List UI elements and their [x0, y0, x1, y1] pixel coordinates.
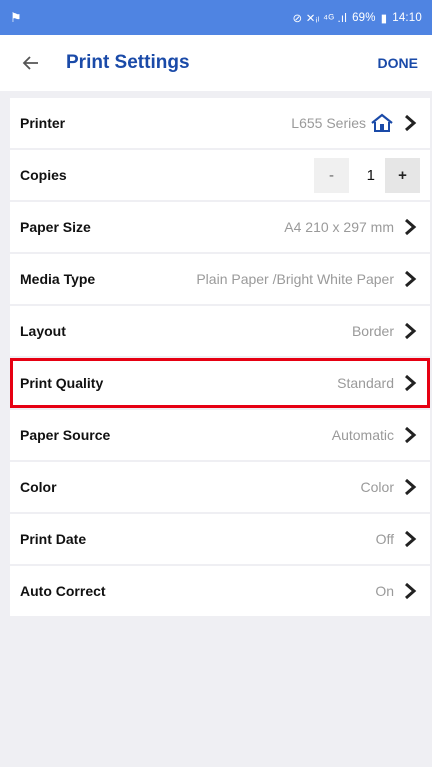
setting-row-copies: Copies - 1 +	[10, 150, 430, 200]
setting-row-printer[interactable]: Printer L655 Series	[10, 98, 430, 148]
chevron-right-icon	[400, 269, 420, 289]
setting-value: Automatic	[331, 427, 394, 443]
chevron-right-icon	[400, 321, 420, 341]
copies-value: 1	[366, 166, 375, 184]
setting-value: L655 Series	[291, 115, 366, 131]
setting-label: Copies	[20, 167, 67, 183]
setting-label: Paper Source	[20, 427, 111, 443]
signal-icons: ⊘ ✕ᵢₗ ⁴ᴳ .ıl	[292, 12, 348, 25]
battery-icon: ▮	[380, 12, 388, 25]
setting-row-media-type[interactable]: Media Type Plain Paper /Bright White Pap…	[10, 254, 430, 304]
setting-label: Printer	[20, 115, 66, 131]
settings-list: Printer L655 Series Copies - 1 + Paper S…	[10, 98, 430, 618]
setting-row-auto-correct[interactable]: Auto Correct On	[10, 566, 430, 616]
chevron-right-icon	[400, 373, 420, 393]
setting-value: Off	[375, 531, 394, 547]
chevron-right-icon	[400, 113, 420, 133]
setting-value: Standard	[337, 375, 394, 391]
setting-row-print-quality[interactable]: Print Quality Standard	[10, 358, 430, 408]
copies-increment-button[interactable]: +	[385, 157, 420, 193]
setting-row-color[interactable]: Color Color	[10, 462, 430, 512]
setting-row-layout[interactable]: Layout Border	[10, 306, 430, 356]
chevron-right-icon	[400, 425, 420, 445]
setting-label: Print Quality	[20, 375, 104, 391]
chevron-right-icon	[400, 581, 420, 601]
status-icons: ⊘ ✕ᵢₗ ⁴ᴳ .ıl 69% ▮ 14:10	[292, 11, 422, 25]
setting-label: Print Date	[20, 531, 87, 547]
setting-label: Paper Size	[20, 219, 91, 235]
status-bar: ⚑ ⊘ ✕ᵢₗ ⁴ᴳ .ıl 69% ▮ 14:10	[0, 0, 432, 35]
copies-decrement-button[interactable]: -	[314, 157, 349, 193]
page-title: Print Settings	[66, 52, 190, 73]
home-icon	[370, 113, 394, 133]
notification-icon: ⚑	[10, 9, 22, 25]
arrow-left-icon[interactable]	[18, 50, 44, 76]
status-time: 14:10	[392, 11, 422, 24]
chevron-right-icon	[400, 217, 420, 237]
setting-label: Color	[20, 479, 57, 495]
battery-percent: 69%	[352, 11, 376, 24]
setting-label: Media Type	[20, 271, 96, 287]
setting-value: Plain Paper /Bright White Paper	[196, 271, 394, 287]
setting-value: A4 210 x 297 mm	[284, 219, 394, 235]
setting-value: Color	[360, 479, 394, 495]
setting-row-print-date[interactable]: Print Date Off	[10, 514, 430, 564]
setting-label: Auto Correct	[20, 583, 106, 599]
setting-label: Layout	[20, 323, 66, 339]
copies-stepper: - 1 +	[314, 157, 420, 193]
chevron-right-icon	[400, 477, 420, 497]
setting-value: On	[375, 583, 394, 599]
app-header: Print Settings DONE	[0, 35, 432, 91]
setting-row-paper-source[interactable]: Paper Source Automatic	[10, 410, 430, 460]
setting-row-paper-size[interactable]: Paper Size A4 210 x 297 mm	[10, 202, 430, 252]
chevron-right-icon	[400, 529, 420, 549]
setting-value: Border	[351, 323, 394, 339]
done-button[interactable]: DONE	[376, 49, 420, 77]
